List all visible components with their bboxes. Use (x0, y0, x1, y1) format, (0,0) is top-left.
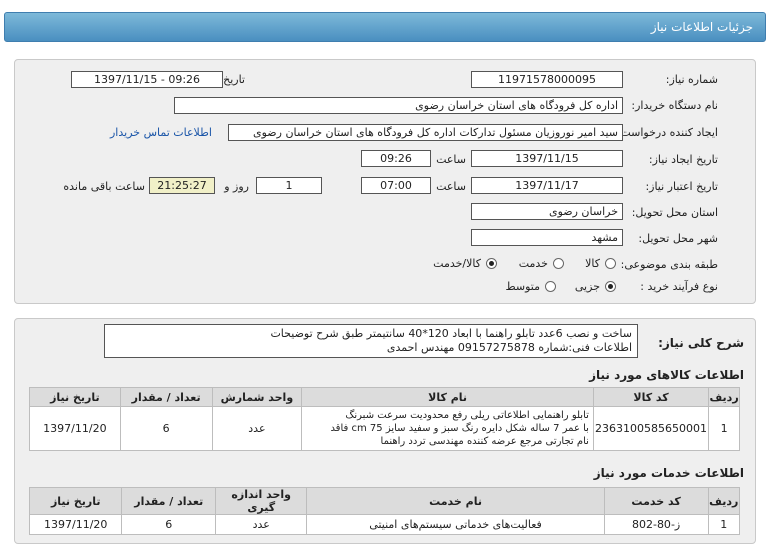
goods-date-cell: 1397/11/20 (29, 406, 121, 451)
validity-date-label: تاریخ اعتبار نیاز: (645, 180, 718, 193)
service-code-cell: ز-80-802 (603, 514, 709, 535)
services-col-code: کد خدمت (603, 487, 709, 515)
table-row[interactable]: 1397/11/20 6 عدد فعالیت‌های خدماتی سیستم… (28, 514, 741, 535)
process-type-label: نوع فرآیند خرید : (640, 280, 718, 293)
created-date-label: تاریخ ایجاد نیاز: (648, 153, 718, 166)
goods-name-line-3: نام تجارتی مرجع عرضه کننده مهندسی تردد ر… (380, 436, 589, 447)
goods-table: تاریخ نیاز تعداد / مقدار واحد شمارش نام … (29, 387, 740, 451)
services-col-qty: تعداد / مقدار (121, 487, 216, 515)
created-date-field: 1397/11/15 (471, 150, 623, 167)
category-goods-label: کالا (585, 257, 600, 270)
validity-time-label: ساعت (436, 180, 466, 193)
goods-name-cell: تابلو راهنمایی اطلاعاتی ریلی رفع محدودیت… (301, 406, 594, 451)
created-time-field: 09:26 (361, 150, 431, 167)
remaining-time-label: ساعت باقی مانده (63, 180, 145, 193)
goods-col-date: تاریخ نیاز (29, 387, 121, 407)
description-box: ساخت و نصب 6عدد تابلو راهنما با ابعاد 12… (104, 324, 638, 358)
creator-label: ایجاد کننده درخواست: (616, 126, 718, 139)
service-unit-cell: عدد (214, 514, 308, 535)
service-row-number: 1 (707, 514, 741, 535)
remaining-days-field: 1 (256, 177, 322, 194)
process-minor-radio[interactable] (605, 281, 616, 292)
services-col-name: نام خدمت (306, 487, 605, 515)
remaining-time-field: 21:25:27 (149, 177, 215, 194)
services-col-unit: واحد اندازه گیری (214, 487, 308, 515)
need-number-field: 11971578000095 (471, 71, 623, 88)
page-header: جزئیات اطلاعات نیاز (4, 12, 766, 42)
need-number-label: شماره نیاز: (665, 73, 718, 86)
goods-col-qty: تعداد / مقدار (119, 387, 213, 407)
category-goods-service-radio[interactable] (486, 258, 497, 269)
table-row[interactable]: 1397/11/20 6 عدد تابلو راهنمایی اطلاعاتی… (29, 406, 740, 451)
created-time-label: ساعت (436, 153, 466, 166)
services-table: تاریخ نیاز تعداد / مقدار واحد اندازه گیر… (28, 487, 741, 535)
description-line-2: اطلاعات فنی:شماره 09157275878 مهندس احمد… (386, 341, 632, 354)
city-label: شهر محل تحویل: (638, 232, 718, 245)
goods-col-name: نام کالا (301, 387, 594, 407)
goods-table-header: تاریخ نیاز تعداد / مقدار واحد شمارش نام … (29, 387, 740, 407)
category-service-radio[interactable] (553, 258, 564, 269)
goods-name-line-1: تابلو راهنمایی اطلاعاتی ریلی رفع محدودیت… (345, 410, 589, 421)
page-title: جزئیات اطلاعات نیاز (650, 20, 753, 34)
city-field: مشهد (471, 229, 623, 246)
validity-date-field: 1397/11/17 (471, 177, 623, 194)
category-service-label: خدمت (518, 257, 548, 270)
goods-col-unit: واحد شمارش (211, 387, 303, 407)
buyer-label: نام دستگاه خریدار: (631, 99, 718, 112)
description-label: شرح کلی نیاز: (658, 336, 744, 350)
creator-field: سید امیر نوروزیان مسئول تدارکات اداره کل… (228, 124, 623, 141)
goods-qty-cell: 6 (119, 406, 213, 451)
process-medium-radio[interactable] (545, 281, 556, 292)
services-table-header: تاریخ نیاز تعداد / مقدار واحد اندازه گیر… (28, 487, 741, 515)
category-goods-radio[interactable] (605, 258, 616, 269)
goods-col-row: ردیف (708, 387, 740, 407)
process-medium-label: متوسط (505, 280, 540, 293)
province-label: استان محل تحویل: (631, 206, 718, 219)
goods-unit-cell: عدد (211, 406, 303, 451)
goods-row-number: 1 (708, 406, 740, 451)
services-col-date: تاریخ نیاز (28, 487, 123, 515)
goods-col-code: کد کالا (592, 387, 710, 407)
category-goods-service-label: کالا/خدمت (433, 257, 481, 270)
days-label: روز و (224, 180, 249, 193)
announce-datetime-field: 1397/11/15 - 09:26 (71, 71, 223, 88)
service-qty-cell: 6 (121, 514, 216, 535)
goods-name-line-2: با عمر 7 ساله شکل دایره رنگ سبز و سفید س… (330, 423, 589, 434)
services-section-title: اطلاعات خدمات مورد نیاز (593, 466, 744, 480)
service-date-cell: 1397/11/20 (28, 514, 123, 535)
goods-section-title: اطلاعات کالاهای مورد نیاز (589, 368, 744, 382)
validity-time-field: 07:00 (361, 177, 431, 194)
goods-code-cell: 2363100585650001 (592, 406, 710, 451)
service-name-cell: فعالیت‌های خدماتی سیستم‌های امنیتی (306, 514, 605, 535)
process-minor-label: جزیی (574, 280, 600, 293)
category-label: طبقه بندی موضوعی: (620, 258, 718, 271)
buyer-contact-link[interactable]: اطلاعات تماس خریدار (110, 126, 212, 139)
services-col-row: ردیف (707, 487, 741, 515)
buyer-field: اداره کل فرودگاه های استان خراسان رضوی (174, 97, 623, 114)
description-line-1: ساخت و نصب 6عدد تابلو راهنما با ابعاد 12… (270, 327, 632, 340)
province-field: خراسان رضوی (471, 203, 623, 220)
